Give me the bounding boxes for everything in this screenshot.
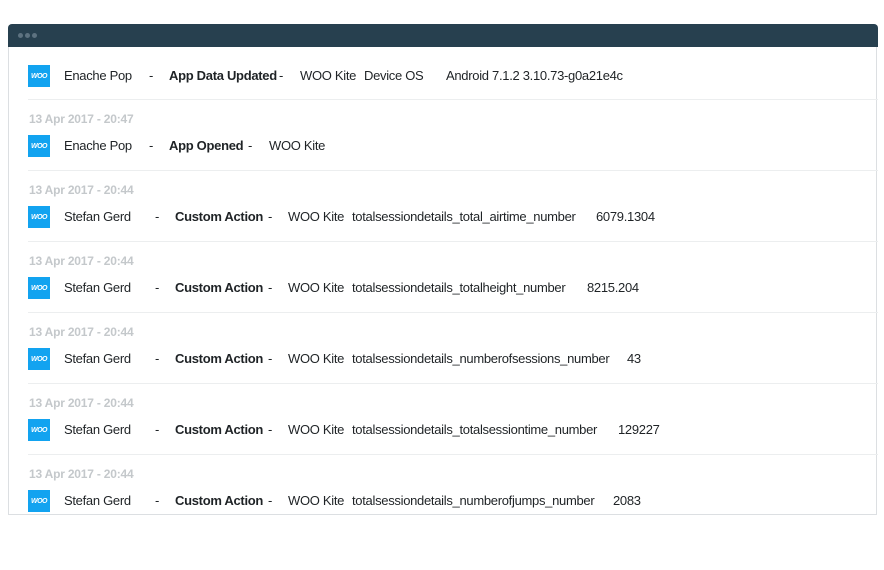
property-name: totalsessiondetails_numberofsessions_num… [352, 351, 610, 366]
feed-entry[interactable]: 13 Apr 2017 - 20:44 WOO Stefan Gerd - Cu… [28, 242, 878, 313]
window-dot-icon [25, 33, 30, 38]
woo-logo-icon: WOO [28, 135, 50, 157]
app-name: WOO Kite [288, 493, 345, 508]
separator: - [268, 351, 273, 366]
window-titlebar [8, 24, 878, 47]
activity-window: WOO Enache Pop - App Data Updated - WOO … [8, 24, 878, 515]
event-name: App Opened [169, 138, 244, 153]
entry-row: WOO Stefan Gerd - Custom Action - WOO Ki… [28, 277, 868, 299]
property-name: Device OS [364, 68, 424, 83]
entry-timestamp: 13 Apr 2017 - 20:44 [29, 183, 134, 197]
entry-row: WOO Stefan Gerd - Custom Action - WOO Ki… [28, 348, 868, 370]
property-value: 2083 [613, 493, 641, 508]
event-name: Custom Action [175, 422, 264, 437]
window-dot-icon [18, 33, 23, 38]
property-value: 6079.1304 [596, 209, 655, 224]
activity-feed: WOO Enache Pop - App Data Updated - WOO … [28, 47, 878, 525]
feed-entry[interactable]: 13 Apr 2017 - 20:44 WOO Stefan Gerd - Cu… [28, 313, 878, 384]
separator: - [268, 422, 273, 437]
user-name[interactable]: Stefan Gerd [64, 493, 131, 508]
user-name[interactable]: Stefan Gerd [64, 351, 131, 366]
event-name: Custom Action [175, 280, 264, 295]
entry-row: WOO Stefan Gerd - Custom Action - WOO Ki… [28, 419, 868, 441]
feed-entry[interactable]: 13 Apr 2017 - 20:44 WOO Stefan Gerd - Cu… [28, 384, 878, 455]
feed-entry[interactable]: WOO Enache Pop - App Data Updated - WOO … [28, 47, 878, 100]
entry-row: WOO Stefan Gerd - Custom Action - WOO Ki… [28, 206, 868, 228]
separator: - [155, 351, 160, 366]
property-value: Android 7.1.2 3.10.73-g0a21e4c [446, 68, 623, 83]
user-name[interactable]: Stefan Gerd [64, 280, 131, 295]
entry-row: WOO Stefan Gerd - Custom Action - WOO Ki… [28, 490, 868, 512]
app-name: WOO Kite [288, 351, 345, 366]
separator: - [268, 280, 273, 295]
entry-timestamp: 13 Apr 2017 - 20:44 [29, 396, 134, 410]
entry-timestamp: 13 Apr 2017 - 20:47 [29, 112, 134, 126]
feed-entry[interactable]: 13 Apr 2017 - 20:44 WOO Stefan Gerd - Cu… [28, 171, 878, 242]
separator: - [155, 280, 160, 295]
woo-logo-icon: WOO [28, 277, 50, 299]
app-name: WOO Kite [288, 209, 345, 224]
event-name: Custom Action [175, 351, 264, 366]
woo-logo-icon: WOO [28, 419, 50, 441]
property-name: totalsessiondetails_total_airtime_number [352, 209, 576, 224]
feed-entry[interactable]: 13 Apr 2017 - 20:44 WOO Stefan Gerd - Cu… [28, 455, 878, 525]
separator: - [248, 138, 253, 153]
entry-timestamp: 13 Apr 2017 - 20:44 [29, 467, 134, 481]
separator: - [268, 209, 273, 224]
entry-timestamp: 13 Apr 2017 - 20:44 [29, 254, 134, 268]
property-name: totalsessiondetails_totalheight_number [352, 280, 566, 295]
feed-entry[interactable]: 13 Apr 2017 - 20:47 WOO Enache Pop - App… [28, 100, 878, 171]
event-name: App Data Updated [169, 68, 277, 83]
entry-row: WOO Enache Pop - App Data Updated - WOO … [28, 65, 868, 87]
woo-logo-icon: WOO [28, 490, 50, 512]
separator: - [268, 493, 273, 508]
woo-logo-icon: WOO [28, 206, 50, 228]
user-name[interactable]: Enache Pop [64, 138, 132, 153]
user-name[interactable]: Stefan Gerd [64, 209, 131, 224]
app-name: WOO Kite [288, 280, 345, 295]
event-name: Custom Action [175, 209, 264, 224]
property-name: totalsessiondetails_numberofjumps_number [352, 493, 595, 508]
separator: - [149, 138, 154, 153]
property-value: 8215.204 [587, 280, 639, 295]
separator: - [149, 68, 154, 83]
app-name: WOO Kite [288, 422, 345, 437]
woo-logo-icon: WOO [28, 348, 50, 370]
entry-row: WOO Enache Pop - App Opened - WOO Kite [28, 135, 868, 157]
entry-timestamp: 13 Apr 2017 - 20:44 [29, 325, 134, 339]
woo-logo-icon: WOO [28, 65, 50, 87]
event-name: Custom Action [175, 493, 264, 508]
property-value: 43 [627, 351, 641, 366]
window-controls [18, 33, 37, 38]
separator: - [155, 209, 160, 224]
separator: - [279, 68, 284, 83]
window-dot-icon [32, 33, 37, 38]
user-name[interactable]: Enache Pop [64, 68, 132, 83]
property-name: totalsessiondetails_totalsessiontime_num… [352, 422, 598, 437]
user-name[interactable]: Stefan Gerd [64, 422, 131, 437]
app-name: WOO Kite [269, 138, 326, 153]
separator: - [155, 422, 160, 437]
property-value: 129227 [618, 422, 660, 437]
separator: - [155, 493, 160, 508]
app-name: WOO Kite [300, 68, 357, 83]
